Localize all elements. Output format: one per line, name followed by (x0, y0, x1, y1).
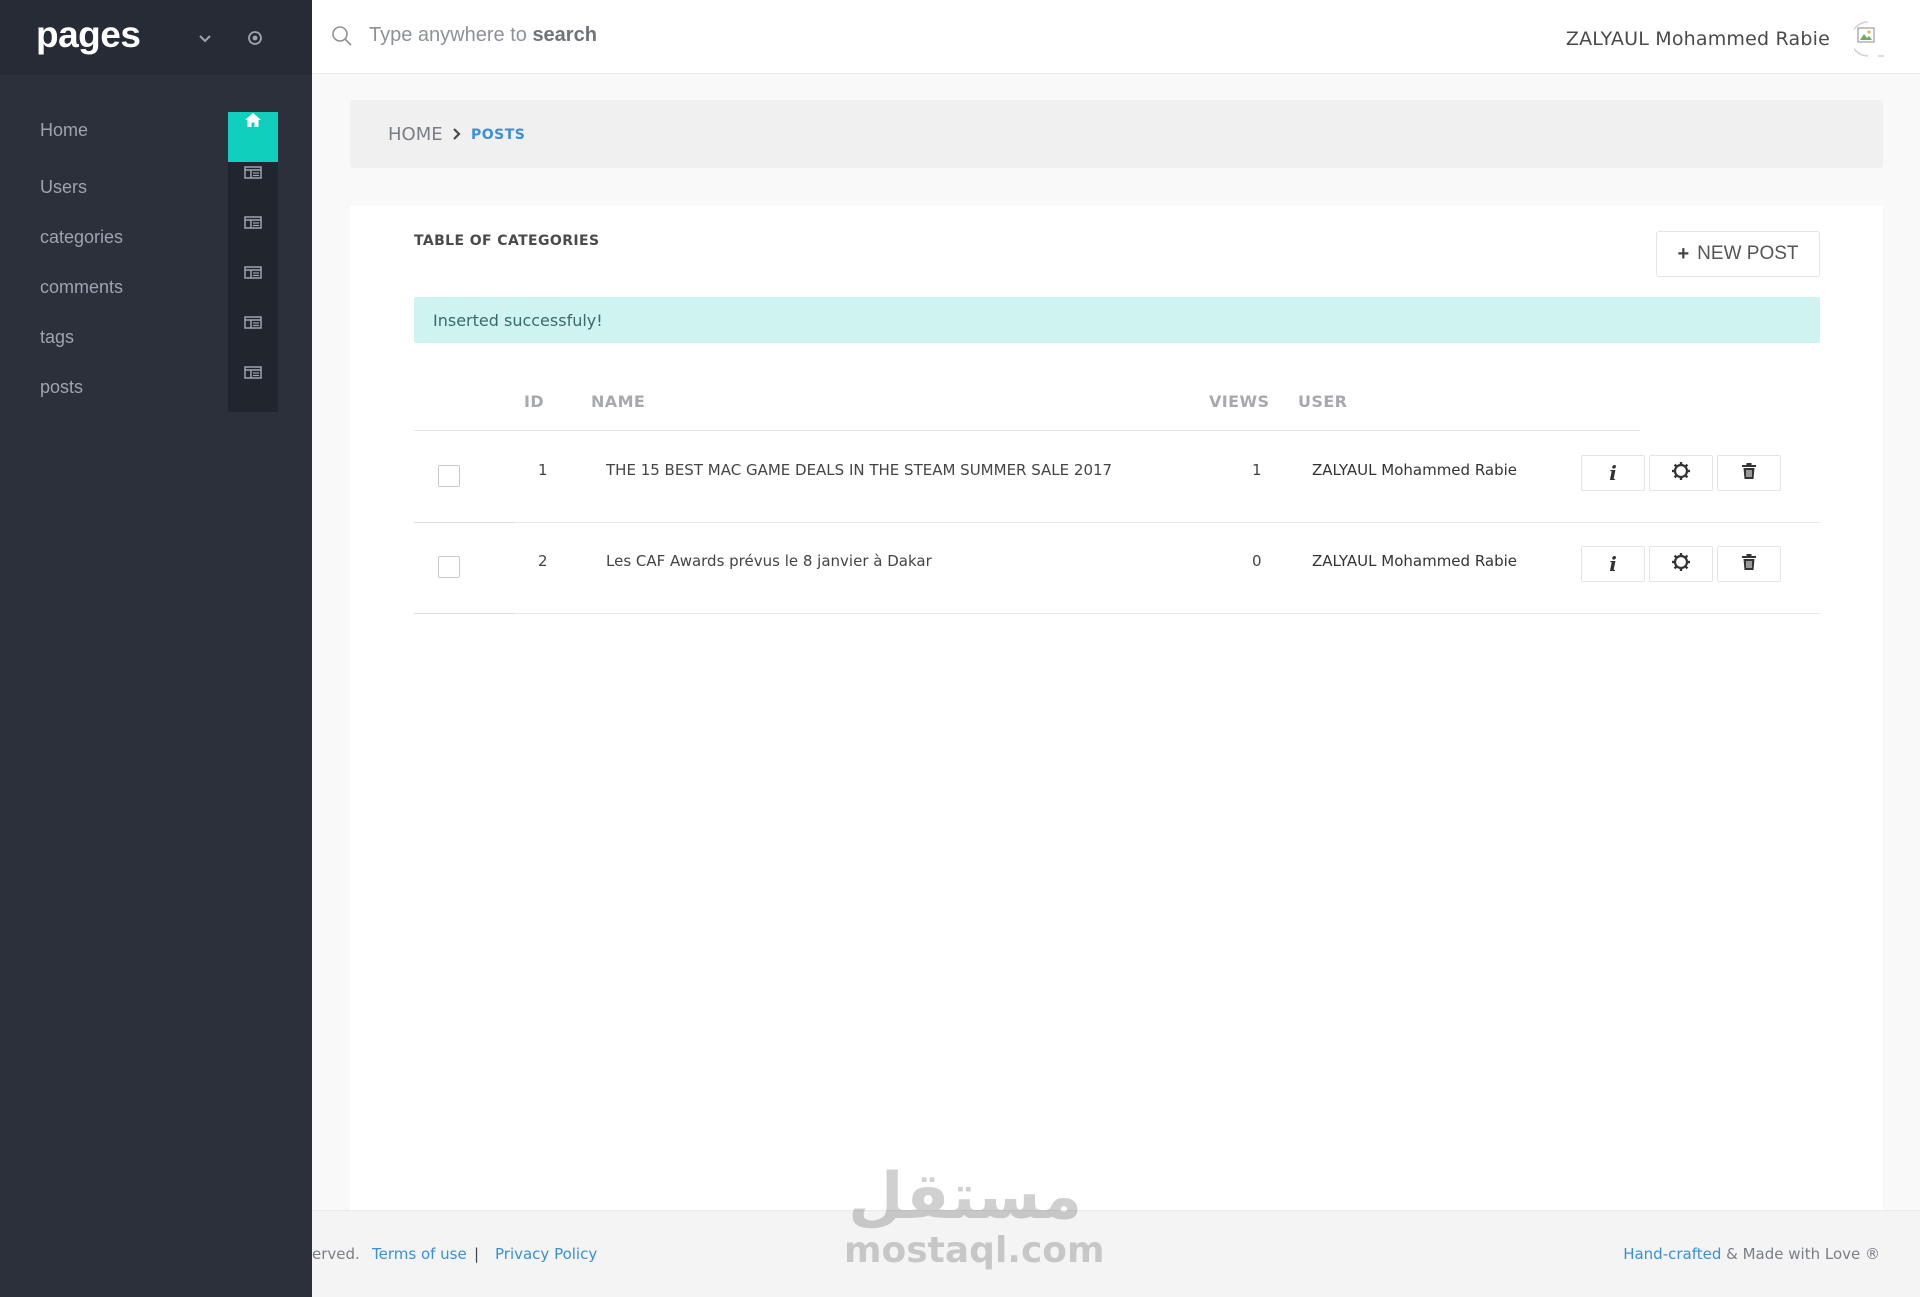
plus-icon: + (1677, 242, 1690, 265)
posts-list-icon[interactable] (243, 364, 263, 380)
gear-icon (1671, 552, 1691, 577)
chevron-down-icon[interactable] (194, 27, 216, 49)
card-title: TABLE OF CATEGORIES (414, 233, 600, 249)
column-header-name[interactable]: NAME (591, 392, 645, 411)
handcrafted-link[interactable]: Hand-crafted (1623, 1245, 1721, 1263)
trash-icon (1741, 462, 1757, 485)
cell-name: Les CAF Awards prévus le 8 janvier à Dak… (606, 552, 932, 570)
sidebar-item-posts[interactable]: posts (40, 377, 83, 398)
new-post-button[interactable]: + NEW POST (1656, 231, 1820, 277)
cell-id: 1 (538, 461, 548, 479)
delete-button[interactable] (1717, 455, 1781, 491)
brand-logo[interactable]: pages (36, 14, 141, 56)
sidebar-icon-strip (228, 112, 278, 412)
comments-list-icon[interactable] (243, 264, 263, 280)
terms-link[interactable]: Terms of use (372, 1245, 467, 1263)
footer-credit: Hand-crafted & Made with Love ® (1623, 1245, 1880, 1263)
row-divider-left (414, 613, 514, 614)
posts-card: TABLE OF CATEGORIES + NEW POST Inserted … (350, 206, 1883, 1210)
cell-user: ZALYAUL Mohammed Rabie (1312, 552, 1518, 570)
settings-button[interactable] (1649, 455, 1713, 491)
search-hint-prefix: Type anywhere to (369, 24, 533, 46)
search-hint-bold: search (532, 24, 597, 46)
info-button[interactable]: i (1581, 546, 1645, 582)
column-header-user[interactable]: USER (1298, 392, 1347, 411)
cell-views: 1 (1252, 461, 1262, 479)
sidebar-item-categories[interactable]: categories (40, 227, 123, 248)
row-checkbox[interactable] (438, 556, 460, 578)
breadcrumb-home[interactable]: HOME (388, 124, 443, 145)
sidebar-item-tags[interactable]: tags (40, 327, 74, 348)
success-alert: Inserted successfuly! (414, 297, 1820, 343)
info-icon: i (1609, 461, 1617, 485)
info-icon: i (1609, 552, 1617, 576)
search-input[interactable]: Type anywhere to search (369, 24, 597, 47)
sidebar-item-home[interactable]: Home (40, 120, 88, 141)
info-button[interactable]: i (1581, 455, 1645, 491)
privacy-link[interactable]: Privacy Policy (495, 1245, 597, 1263)
sidebar-item-users[interactable]: Users (40, 177, 87, 198)
categories-list-icon[interactable] (243, 214, 263, 230)
search-icon[interactable] (330, 24, 354, 48)
cell-name: THE 15 BEST MAC GAME DEALS IN THE STEAM … (606, 461, 1113, 479)
chevron-right-icon (450, 126, 464, 142)
home-icon[interactable] (243, 112, 263, 128)
table-row: 2 Les CAF Awards prévus le 8 janvier à D… (414, 522, 1820, 614)
column-header-views[interactable]: VIEWS (1209, 392, 1269, 411)
settings-button[interactable] (1649, 546, 1713, 582)
row-divider (414, 613, 1820, 614)
sidebar: pages Home Users categories comments tag… (0, 0, 312, 1297)
delete-button[interactable] (1717, 546, 1781, 582)
trash-icon (1741, 553, 1757, 576)
user-name[interactable]: ZALYAUL Mohammed Rabie (1566, 28, 1830, 50)
sidebar-item-comments[interactable]: comments (40, 277, 123, 298)
new-post-label: NEW POST (1697, 243, 1799, 264)
alert-text: Inserted successfuly! (433, 311, 603, 330)
topbar: Type anywhere to search ZALYAUL Mohammed… (312, 0, 1920, 74)
table-row: 1 THE 15 BEST MAC GAME DEALS IN THE STEA… (414, 431, 1820, 523)
copyright-text: erved. (312, 1245, 360, 1263)
cell-user: ZALYAUL Mohammed Rabie (1312, 461, 1518, 479)
breadcrumb-current: POSTS (471, 127, 526, 143)
cell-views: 0 (1252, 552, 1262, 570)
footer-separator: | (474, 1245, 480, 1263)
row-checkbox[interactable] (438, 465, 460, 487)
footer: erved. Terms of use | Privacy Policy Han… (312, 1210, 1920, 1297)
made-with-text: & Made with Love ® (1721, 1245, 1880, 1263)
users-list-icon[interactable] (243, 164, 263, 180)
avatar[interactable] (1850, 20, 1890, 58)
sidebar-header: pages (0, 0, 312, 75)
gear-icon (1671, 461, 1691, 486)
cell-id: 2 (538, 552, 548, 570)
tags-list-icon[interactable] (243, 314, 263, 330)
breadcrumb: HOME POSTS (350, 100, 1883, 168)
pin-icon[interactable] (244, 27, 266, 49)
column-header-id[interactable]: ID (524, 392, 544, 411)
